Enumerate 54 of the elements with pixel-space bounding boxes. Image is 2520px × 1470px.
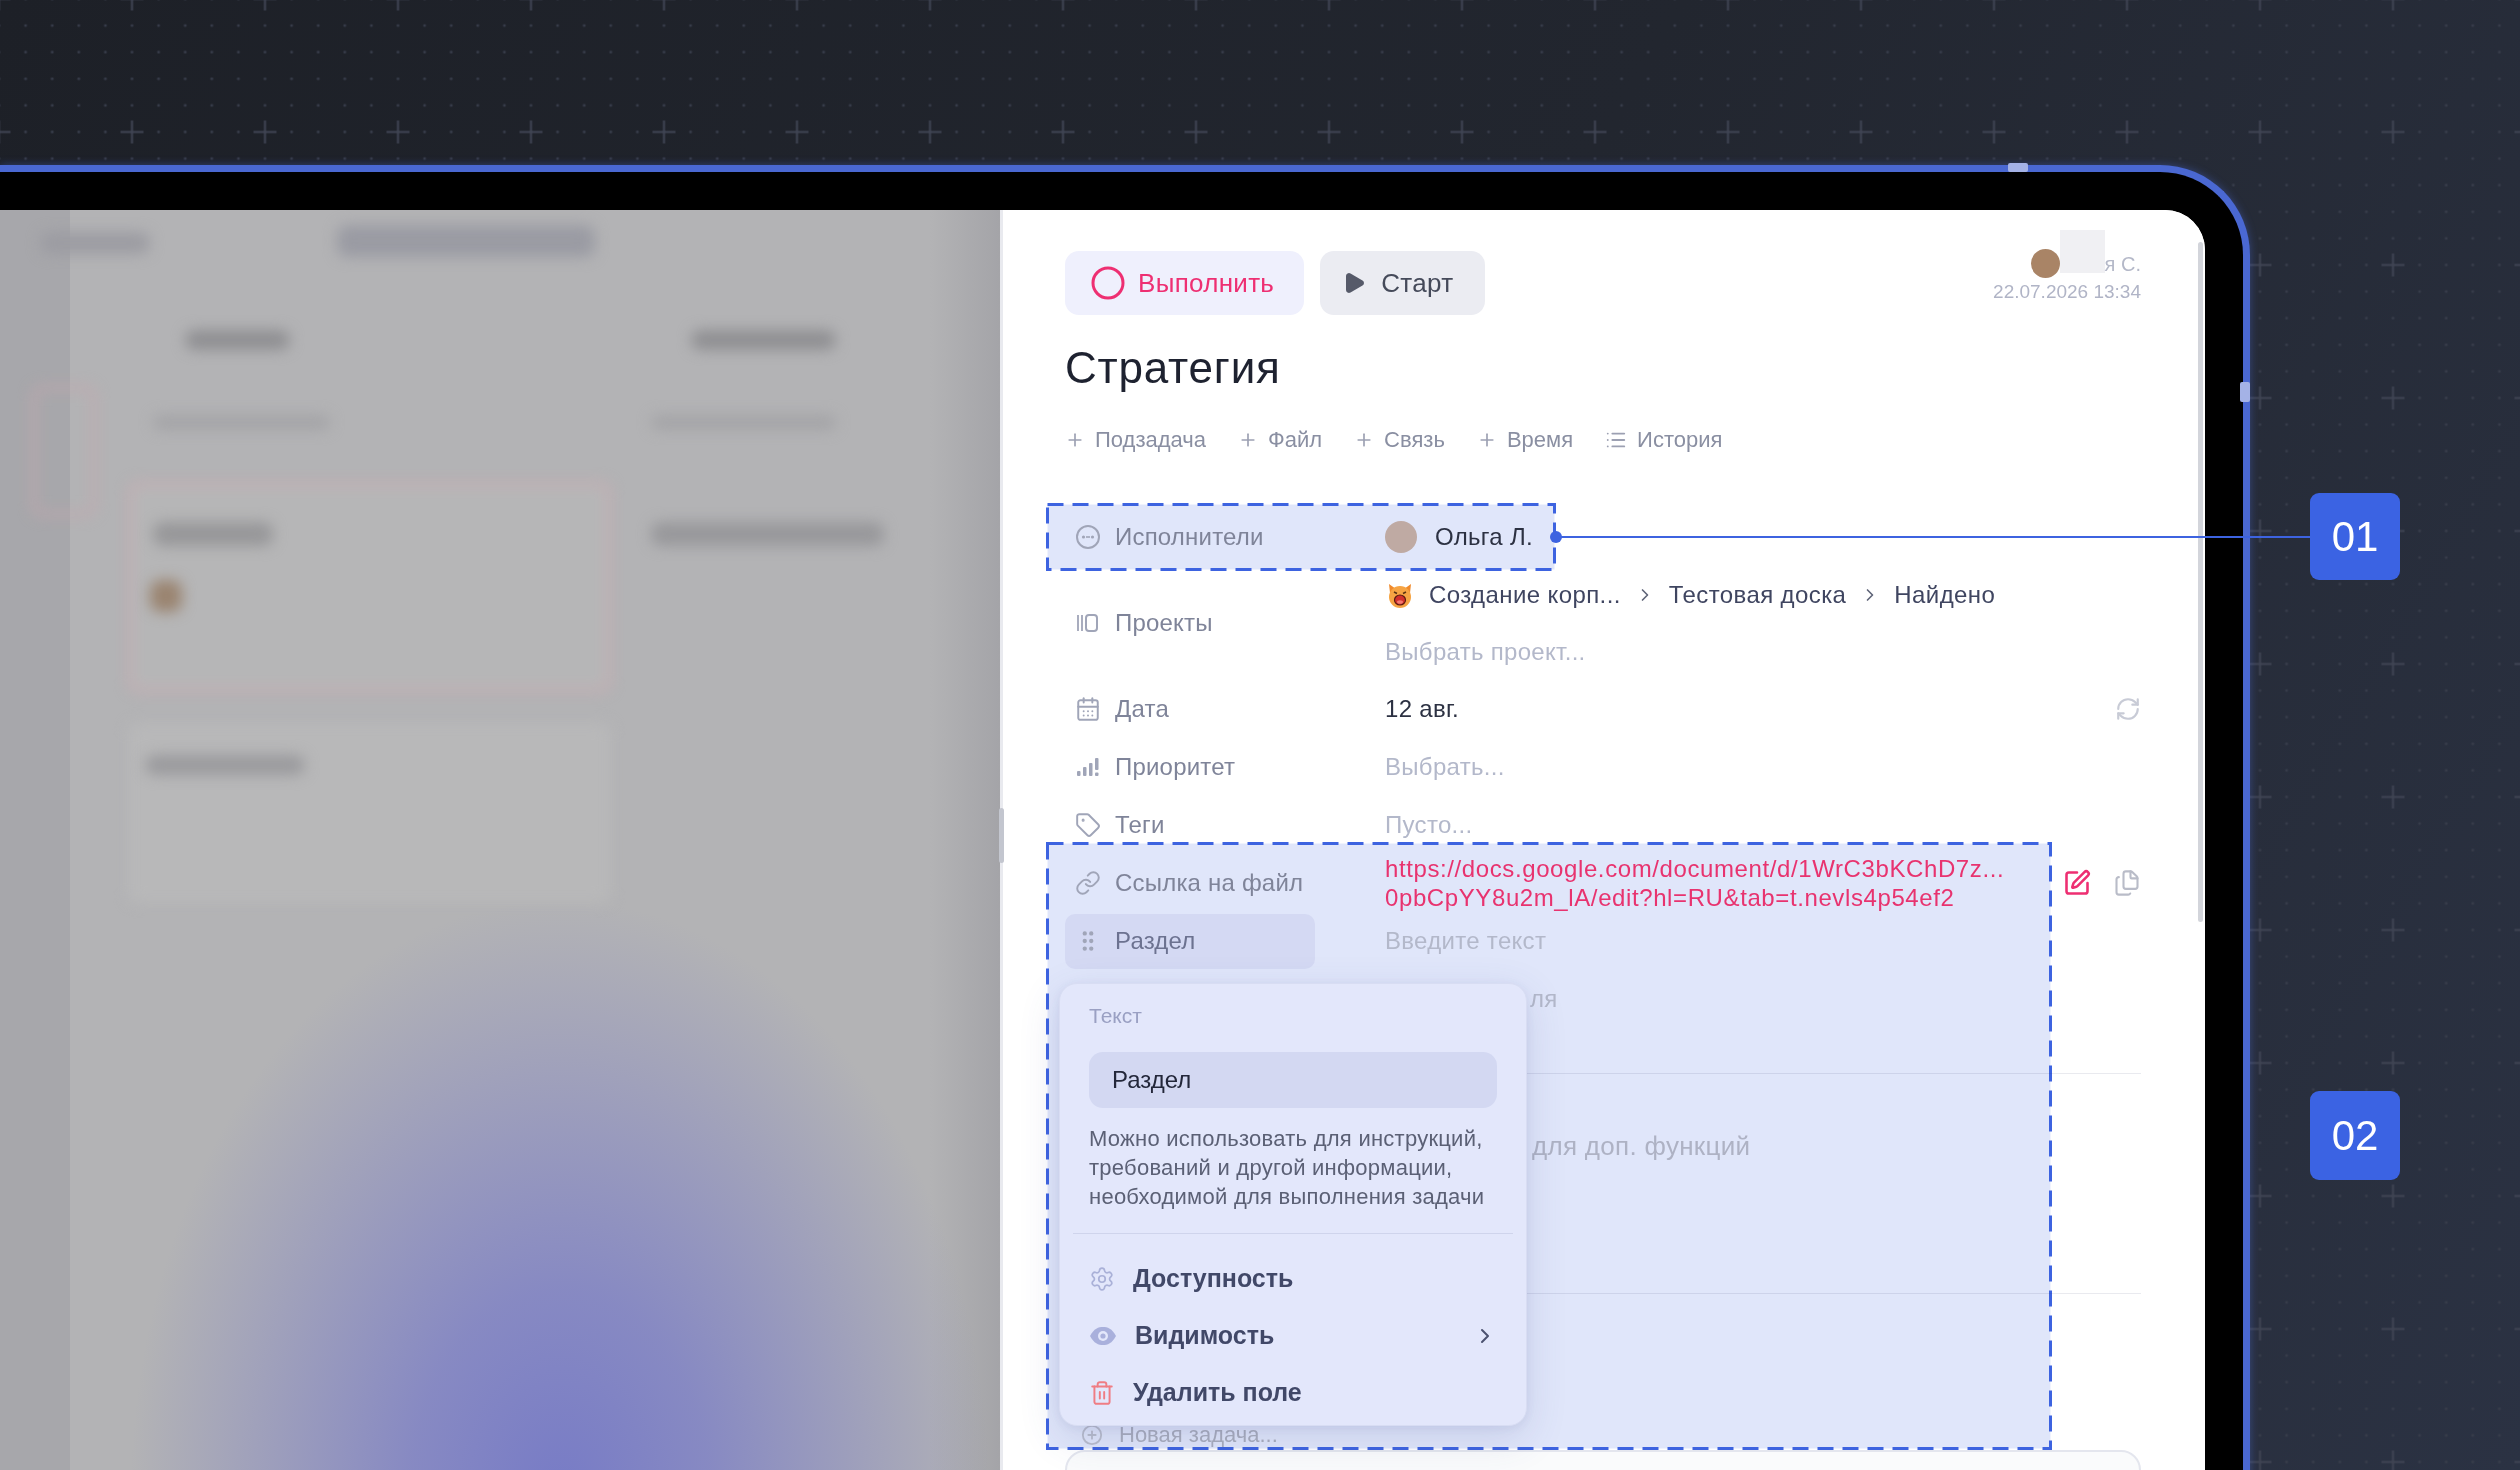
field-label[interactable]: Дата xyxy=(1065,681,1179,737)
start-button[interactable]: Старт xyxy=(1320,251,1486,315)
ring-icon xyxy=(1091,266,1125,300)
field-hint: Можно использовать для инструкций, требований и другой информации, необходимой для выполнения задачи xyxy=(1089,1125,1486,1211)
field-label[interactable]: Исполнители xyxy=(1065,509,1274,565)
blank-square xyxy=(2059,230,2105,273)
menu-item[interactable]: Удалить поле xyxy=(1089,1364,1497,1421)
breadcrumb-link[interactable]: Создание корп... xyxy=(1429,580,1621,609)
breadcrumb-link[interactable]: Найдено xyxy=(1894,580,1996,609)
trash-icon xyxy=(1089,1379,1115,1406)
field-type-label: Текст xyxy=(1089,1003,1143,1029)
action-link[interactable]: Подзадача xyxy=(1065,425,1206,455)
new-task-button[interactable]: Новая задача... xyxy=(1081,1424,1278,1446)
callout-badge: 02 xyxy=(2310,1091,2400,1180)
complete-button[interactable]: Выполнить xyxy=(1065,251,1305,315)
project-picker[interactable]: Выбрать проект... xyxy=(1385,637,1586,666)
face-circle-icon xyxy=(1075,524,1101,550)
plus-circle-icon xyxy=(1081,1424,1103,1446)
menu-item[interactable]: Видимость xyxy=(1089,1307,1497,1364)
resize-handle[interactable] xyxy=(999,808,1004,863)
action-link[interactable]: Связь xyxy=(1354,425,1445,455)
date-value[interactable]: 12 авг. xyxy=(1385,695,1460,723)
field-label[interactable]: Ссылка на файл xyxy=(1065,855,1314,911)
file-link[interactable]: https://docs.google.com/document/d/1WrC3bKChD7z... 0pbCpYY8u2m_lA/edit?hl=RU&tab=t.nevls4p54ef2 xyxy=(1385,854,2005,912)
field-label[interactable]: Приоритет xyxy=(1065,739,1246,795)
user-avatar xyxy=(2030,249,2060,278)
breadcrumb-link[interactable]: Тестовая доска xyxy=(1668,580,1847,609)
author-name: я С. xyxy=(2104,252,2141,276)
timestamp: 22.07.2026 13:34 xyxy=(1993,281,2141,303)
action-link[interactable]: История xyxy=(1605,425,1723,455)
task-title: Стратегия xyxy=(1065,342,1281,394)
tag-icon xyxy=(1075,812,1101,838)
calendar-icon xyxy=(1075,696,1101,722)
scroll-bar[interactable] xyxy=(2198,242,2203,922)
link-icon xyxy=(1075,870,1101,896)
frame-notch xyxy=(2240,382,2250,402)
action-link[interactable]: Файл xyxy=(1238,425,1323,455)
assignee-name[interactable]: Ольга Л. xyxy=(1435,523,1533,551)
edit-icon[interactable] xyxy=(2063,869,2091,897)
menu-item[interactable]: Доступность xyxy=(1089,1250,1497,1307)
frame-notch xyxy=(2008,163,2028,172)
user-avatar xyxy=(1385,521,1417,553)
copy-icon[interactable] xyxy=(2113,869,2141,897)
field-placeholder[interactable]: Выбрать... xyxy=(1385,753,1505,781)
eye-icon xyxy=(1089,1325,1117,1346)
repeat-icon[interactable] xyxy=(2115,696,2141,722)
callout-badge: 01 xyxy=(2310,493,2400,580)
field-label[interactable]: Проекты xyxy=(1065,595,1223,651)
field-name-input[interactable]: Раздел xyxy=(1089,1052,1497,1108)
field-placeholder[interactable]: Пусто... xyxy=(1385,811,1473,839)
settings-icon xyxy=(1089,1265,1115,1292)
action-link[interactable]: Время xyxy=(1476,425,1574,455)
field-label[interactable]: Раздел xyxy=(1065,913,1315,969)
field-label[interactable]: Теги xyxy=(1065,797,1175,853)
